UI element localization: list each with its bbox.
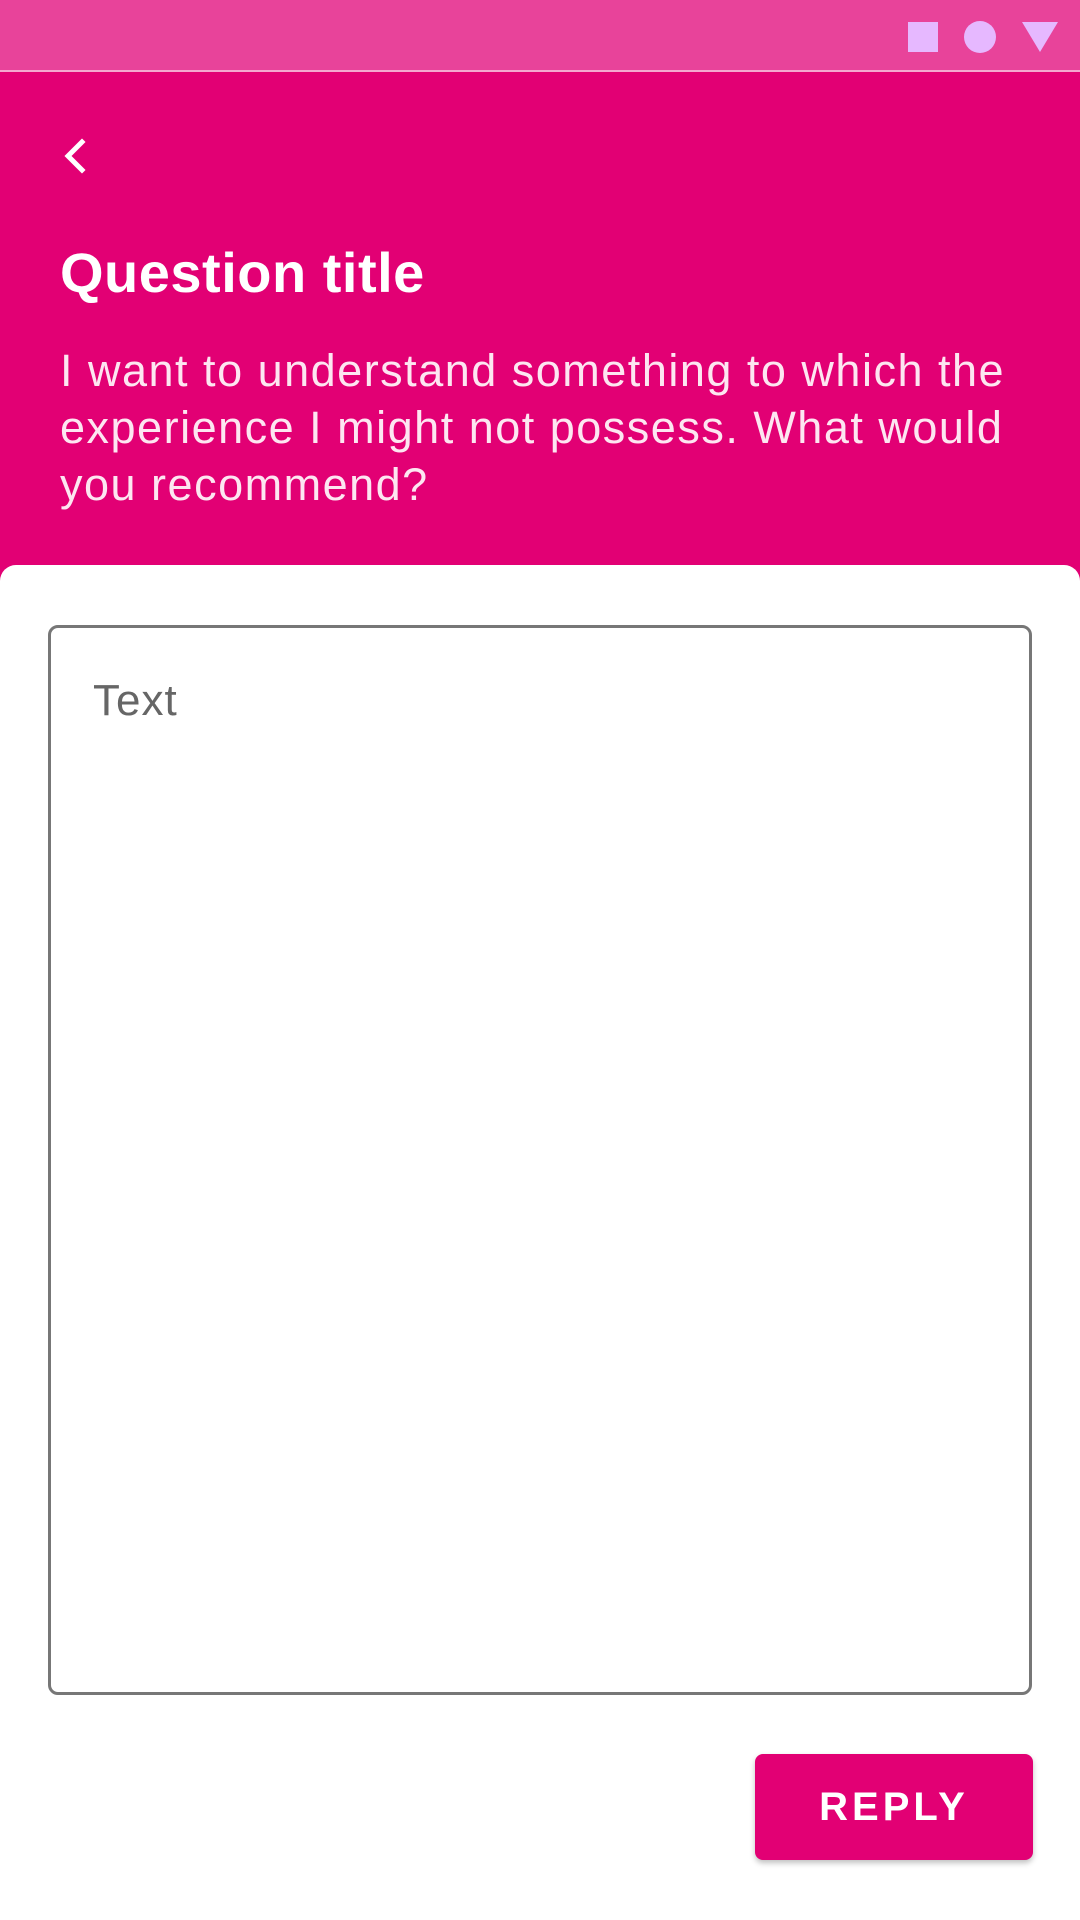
question-screen: Question title I want to understand some… — [0, 0, 1080, 1920]
reply-text-placeholder: Text — [93, 676, 178, 725]
reply-sheet: Text REPLY — [0, 565, 1080, 1920]
page-title: Question title — [60, 241, 425, 304]
circle-icon — [964, 21, 996, 53]
reply-text-field[interactable]: Text — [48, 625, 1032, 1695]
status-icons — [908, 20, 1058, 54]
back-button[interactable] — [44, 124, 108, 188]
chevron-left-icon — [64, 138, 86, 174]
question-description: I want to understand something to which … — [60, 345, 1006, 510]
square-icon — [908, 22, 938, 52]
status-bar — [0, 0, 1080, 72]
triangle-icon — [1022, 22, 1058, 52]
question-header: Question title I want to understand some… — [0, 74, 1080, 574]
reply-button[interactable]: REPLY — [755, 1754, 1033, 1860]
